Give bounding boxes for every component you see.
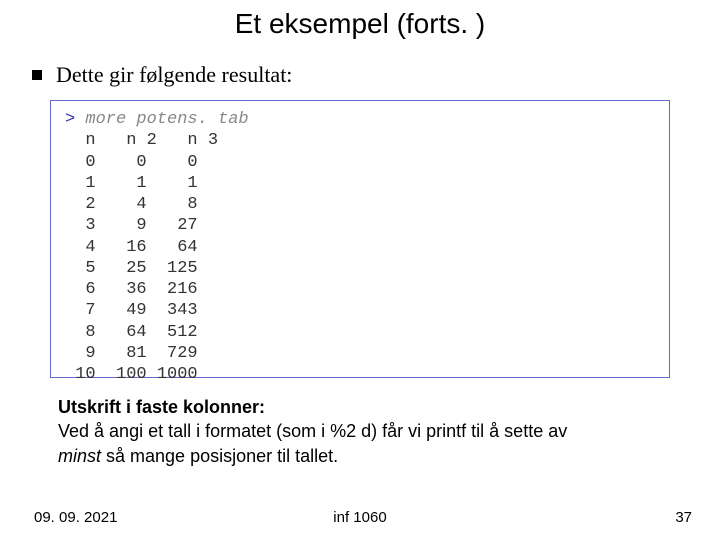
caption-line-2: Ved å angi et tall i formatet (som i %2 … bbox=[58, 421, 567, 441]
table-row: 1 1 1 bbox=[65, 173, 655, 194]
slide: Et eksempel (forts. ) Dette gir følgende… bbox=[0, 0, 720, 540]
slide-title: Et eksempel (forts. ) bbox=[0, 8, 720, 40]
caption-heading: Utskrift i faste kolonner: bbox=[58, 397, 265, 417]
table-row: 3 9 27 bbox=[65, 215, 655, 236]
footer-course: inf 1060 bbox=[0, 509, 720, 526]
table-row: 6 36 216 bbox=[65, 279, 655, 300]
footer-page-number: 37 bbox=[675, 509, 692, 526]
table-row: 5 25 125 bbox=[65, 258, 655, 279]
caption-emph: minst bbox=[58, 446, 101, 466]
bullet-text: Dette gir følgende resultat: bbox=[56, 62, 292, 88]
terminal-output: > more potens. tab n n 2 n 3 0 0 0 1 1 1… bbox=[50, 100, 670, 378]
bullet-row: Dette gir følgende resultat: bbox=[32, 62, 292, 88]
caption-line-3-rest: så mange posisjoner til tallet. bbox=[101, 446, 338, 466]
command-line: > more potens. tab bbox=[65, 109, 655, 130]
table-row: 9 81 729 bbox=[65, 343, 655, 364]
table-row: 8 64 512 bbox=[65, 322, 655, 343]
prompt-symbol: > bbox=[65, 110, 75, 129]
table-row: 2 4 8 bbox=[65, 194, 655, 215]
caption: Utskrift i faste kolonner: Ved å angi et… bbox=[58, 395, 668, 468]
bullet-icon bbox=[32, 70, 42, 80]
table-header: n n 2 n 3 bbox=[65, 130, 655, 151]
table-row: 4 16 64 bbox=[65, 237, 655, 258]
table-row: 0 0 0 bbox=[65, 152, 655, 173]
command-text: more potens. tab bbox=[85, 110, 248, 129]
table-row: 7 49 343 bbox=[65, 300, 655, 321]
table-row: 10 100 1000 bbox=[65, 364, 655, 385]
